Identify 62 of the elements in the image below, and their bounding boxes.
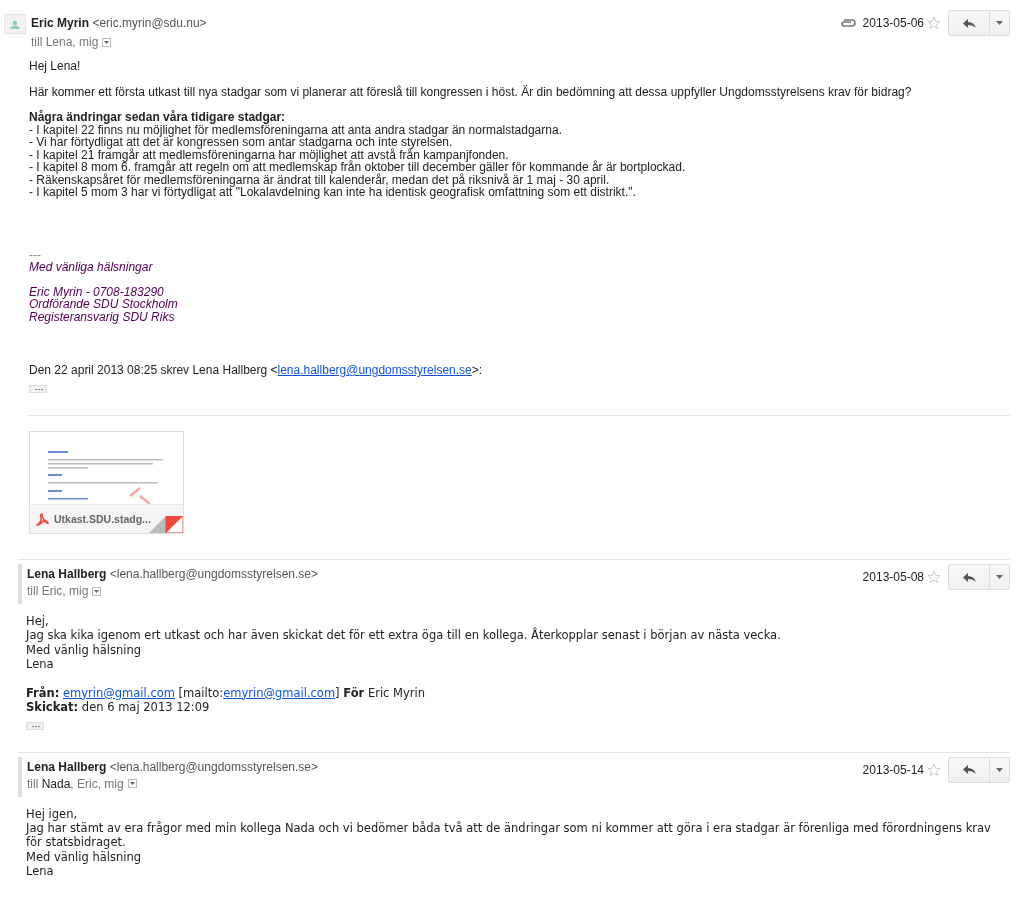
show-trimmed-button[interactable] <box>26 721 44 730</box>
sender-name: Lena Hallberg <box>27 567 107 581</box>
message-date: 2013-05-08 <box>862 570 924 584</box>
email-link[interactable]: lena.hallberg@ungdomsstyrelsen.se <box>277 363 472 377</box>
email-link[interactable]: emyrin@gmail.com <box>223 685 336 700</box>
details-dropdown[interactable] <box>92 586 102 596</box>
list-item: - Vi har förtydligat att det är kongressen som antar stadgarna och inte styrelsen. <box>29 136 454 149</box>
sender-name: Lena Hallberg <box>27 759 107 774</box>
message-text: Jag ska kika igenom ert utkast och har även skickat det för ett extra öga till en kollega. Återkopplar senast i början av nästa vecka. <box>26 628 782 643</box>
details-dropdown[interactable] <box>102 37 112 47</box>
message-text: Med vänlig hälsning <box>26 849 143 865</box>
attachment-card[interactable]: Utkast.SDU.stadg... <box>29 431 184 534</box>
from-header: Från: emyrin@gmail.com [mailto:emyrin@gmail.com] För Eric Myrin <box>26 685 426 700</box>
sender-name: Eric Myrin <box>31 16 90 30</box>
download-icon[interactable] <box>149 516 183 533</box>
caret-icon <box>996 767 1003 772</box>
list-item: - I kapitel 5 mom 3 har vi förtydligat att "Lokalavdelning kan inte ha identisk geografisk omfattning som ett distrikt.". <box>29 186 637 199</box>
message-text: Hej Lena! <box>29 59 82 73</box>
show-trimmed-button[interactable] <box>29 385 47 393</box>
caret-icon <box>996 21 1003 25</box>
person-icon <box>10 19 20 29</box>
caret-icon <box>94 589 100 593</box>
star-icon[interactable] <box>927 762 941 777</box>
details-dropdown[interactable] <box>127 779 137 789</box>
sender-email: <eric.myrin@sdu.nu> <box>92 16 207 30</box>
caret-icon <box>129 782 135 786</box>
recipients-line: till Nada, Eric, mig <box>27 776 124 791</box>
message-text: Lena <box>26 657 55 672</box>
message-text: Hej igen, <box>26 806 79 822</box>
list-item: - I kapitel 8 mom 6. framgår att regeln om att medlemskap från oktober till december gäller för kommande år är bortplockad. <box>29 161 687 174</box>
signature-line: Med vänliga hälsningar <box>29 261 154 274</box>
star-icon[interactable] <box>927 16 941 30</box>
caret-icon <box>996 575 1003 579</box>
signature-separator: --- <box>29 248 42 261</box>
message-text: Lena <box>26 864 55 879</box>
message-text: Här kommer ett första utkast till nya stadgar som vi planerar att föreslå till kongressen i höst. Är din bedömning att dessa uppfyller Ungdomsstyrelsens krav för bidrag? <box>29 85 913 99</box>
quote-header: Den 22 april 2013 08:25 skrev Lena Hallberg <lena.hallberg@ungdomsstyrelsen.se>: <box>29 363 484 377</box>
message-text: Med vänlig hälsning <box>26 642 143 658</box>
list-item: - Räkenskapsåret för medlemsföreningarna är ändrat till kalenderår, medan det på riksnivå är 1 maj - 30 april. <box>29 173 611 186</box>
recipients-line: till Eric, mig <box>27 584 89 598</box>
message-date: 2013-05-06 <box>862 16 924 30</box>
email-link[interactable]: emyrin@gmail.com <box>63 685 175 700</box>
message-text: Jag har stämt av era frågor med min kollega Nada och vi bedömer båda två att de ändringar som ni kommer att göra i era stadgar är förenliga med förordningens krav för statsbidraget. <box>26 821 992 850</box>
list-heading: Några ändringar sedan våra tidigare stadgar: <box>29 111 286 124</box>
reply-icon <box>962 571 976 583</box>
signature-line: Ordförande SDU Stockholm <box>29 298 179 311</box>
attachment-name: Utkast.SDU.stadg... <box>54 513 151 525</box>
pdf-icon <box>36 512 49 526</box>
list-item: - I kapitel 22 finns nu möjlighet för medlemsföreningarna att anta andra stadgar än normalstadgarna. <box>29 123 563 136</box>
reply-icon <box>962 17 976 29</box>
caret-icon <box>104 40 110 44</box>
sender-email: <lena.hallberg@ungdomsstyrelsen.se> <box>109 567 318 581</box>
recipients-line: till Lena, mig <box>31 35 99 49</box>
message-date: 2013-05-14 <box>862 762 924 777</box>
sent-header: Skickat: den 6 maj 2013 12:09 <box>26 699 211 714</box>
list-item: - I kapitel 21 framgår att medlemsföreningarna har möjlighet att avstå från kampanjfonden. <box>29 148 510 161</box>
signature-line: Eric Myrin - 0708-183290 <box>29 285 165 298</box>
message-text: Hej, <box>26 614 50 629</box>
star-icon[interactable] <box>927 570 941 584</box>
reply-icon <box>962 764 976 776</box>
signature-line: Registeransvarig SDU Riks <box>29 310 176 323</box>
sender-email: <lena.hallberg@ungdomsstyrelsen.se> <box>109 759 318 774</box>
